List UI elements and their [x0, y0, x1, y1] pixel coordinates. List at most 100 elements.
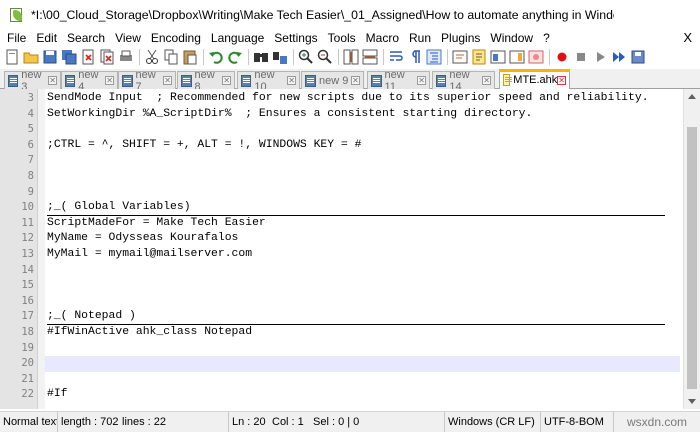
menu-help[interactable]: ? [538, 29, 555, 47]
save-all-icon[interactable] [61, 49, 77, 65]
line-text[interactable]: ;CTRL = ^, SHIFT = +, ALT = !, WINDOWS K… [47, 138, 361, 154]
paste-icon[interactable] [182, 49, 198, 65]
line-text[interactable]: ;_( Global Variables) [47, 200, 665, 216]
menu-file[interactable]: File [2, 29, 31, 47]
scroll-down-arrow-icon[interactable] [688, 399, 696, 404]
tab-new-10[interactable]: new 10 ✕ [237, 69, 300, 93]
play-macro-icon[interactable] [592, 49, 608, 65]
code-line[interactable]: 19 [0, 341, 700, 357]
code-line[interactable]: 11 ScriptMadeFor = Make Tech Easier [0, 216, 700, 232]
open-file-icon[interactable] [23, 49, 39, 65]
zoom-out-icon[interactable] [317, 49, 333, 65]
menu-view[interactable]: View [110, 29, 146, 47]
code-line[interactable]: 22 #If [0, 387, 700, 403]
menu-encoding[interactable]: Encoding [146, 29, 206, 47]
play-multiple-icon[interactable] [611, 49, 627, 65]
code-line[interactable]: 10 ;_( Global Variables) [0, 200, 700, 216]
sync-vertical-icon[interactable] [343, 49, 359, 65]
vertical-scrollbar[interactable] [683, 89, 700, 409]
tab-new-3[interactable]: new 3 ✕ [4, 69, 61, 93]
code-line[interactable]: 18 #IfWinActive ahk_class Notepad [0, 325, 700, 341]
close-all-icon[interactable] [99, 49, 115, 65]
tab-close-icon[interactable]: ✕ [48, 76, 57, 85]
tab-close-icon[interactable]: ✕ [482, 76, 491, 85]
tab-new-8[interactable]: new 8 ✕ [177, 69, 235, 93]
tab-new-14[interactable]: new 14 ✕ [432, 69, 495, 93]
sync-horizontal-icon[interactable] [362, 49, 378, 65]
save-icon[interactable] [42, 49, 58, 65]
scroll-up-arrow-icon[interactable] [688, 94, 696, 99]
code-line[interactable]: 9 [0, 185, 700, 201]
scrollbar-thumb[interactable] [687, 127, 697, 389]
status-eol[interactable]: Windows (CR LF) [445, 411, 541, 432]
menu-edit[interactable]: Edit [31, 29, 62, 47]
line-text[interactable]: SetWorkingDir %A_ScriptDir% ; Ensures a … [47, 107, 532, 123]
code-line[interactable]: 14 [0, 263, 700, 279]
tab-close-icon[interactable]: ✕ [163, 76, 172, 85]
zoom-in-icon[interactable] [298, 49, 314, 65]
find-icon[interactable] [253, 49, 269, 65]
tab-close-icon[interactable]: ✕ [351, 76, 360, 85]
status-encoding[interactable]: UTF-8-BOM [541, 411, 614, 432]
menu-tools[interactable]: Tools [323, 29, 361, 47]
tab-new-9[interactable]: new 9 ✕ [301, 71, 364, 89]
text-editor[interactable]: 3 SendMode Input ; Recommended for new sc… [0, 89, 700, 409]
tab-close-icon[interactable]: ✕ [287, 76, 296, 85]
new-file-icon[interactable] [4, 49, 20, 65]
save-macro-icon[interactable] [630, 49, 646, 65]
line-text[interactable]: ScriptMadeFor = Make Tech Easier [47, 216, 266, 232]
menu-settings[interactable]: Settings [269, 29, 322, 47]
line-text[interactable]: #IfWinActive ahk_class Notepad [47, 325, 252, 341]
monitor-icon[interactable] [528, 49, 544, 65]
menu-macro[interactable]: Macro [361, 29, 404, 47]
code-line[interactable]: 13 MyMail = mymail@mailserver.com [0, 247, 700, 263]
line-text[interactable]: SendMode Input ; Recommended for new scr… [47, 91, 649, 107]
code-line[interactable]: 17 ;_( Notepad ) [0, 309, 700, 325]
folder-workspace-icon[interactable] [490, 49, 506, 65]
menu-window[interactable]: Window [485, 29, 538, 47]
tab-new-4[interactable]: new 4 ✕ [61, 69, 118, 93]
word-wrap-icon[interactable] [388, 49, 404, 65]
code-line[interactable]: 12 MyName = Odysseas Kourafalos [0, 231, 700, 247]
tab-close-icon[interactable]: ✕ [222, 76, 231, 85]
code-line[interactable]: 7 [0, 153, 700, 169]
code-line[interactable]: 8 [0, 169, 700, 185]
language-icon[interactable] [452, 49, 468, 65]
show-all-characters-icon[interactable] [407, 49, 423, 65]
code-line[interactable]: 21 [0, 372, 700, 388]
cut-icon[interactable] [144, 49, 160, 65]
close-document-button[interactable]: X [683, 29, 692, 47]
indent-guide-icon[interactable] [426, 49, 442, 65]
close-icon[interactable] [80, 49, 96, 65]
replace-icon[interactable] [272, 49, 288, 65]
tab-close-icon[interactable]: ✕ [557, 75, 566, 85]
menu-plugins[interactable]: Plugins [436, 29, 485, 47]
code-line[interactable]: 5 [0, 122, 700, 138]
undo-icon[interactable] [208, 49, 224, 65]
stop-record-icon[interactable] [573, 49, 589, 65]
code-line[interactable]: 16 [0, 294, 700, 310]
line-text[interactable]: #If [47, 387, 68, 403]
tab-close-icon[interactable]: ✕ [105, 76, 114, 85]
code-line[interactable]: 3 SendMode Input ; Recommended for new sc… [0, 91, 700, 107]
code-line[interactable]: 6 ;CTRL = ^, SHIFT = +, ALT = !, WINDOWS … [0, 138, 700, 154]
menu-run[interactable]: Run [404, 29, 436, 47]
line-text[interactable]: MyName = Odysseas Kourafalos [47, 231, 238, 247]
line-text[interactable]: MyMail = mymail@mailserver.com [47, 247, 252, 263]
tab-mte-ahk[interactable]: MTE.ahk ✕ [499, 69, 570, 90]
tab-new-11[interactable]: new 11 ✕ [367, 69, 430, 93]
print-icon[interactable] [118, 49, 134, 65]
line-text[interactable]: ;_( Notepad ) [47, 309, 665, 325]
menu-language[interactable]: Language [206, 29, 269, 47]
tab-close-icon[interactable]: ✕ [417, 76, 426, 85]
document-map-icon[interactable] [509, 49, 525, 65]
code-line[interactable]: 15 [0, 278, 700, 294]
copy-icon[interactable] [163, 49, 179, 65]
function-list-icon[interactable] [471, 49, 487, 65]
menu-search[interactable]: Search [62, 29, 110, 47]
tab-new-7[interactable]: new 7 ✕ [118, 69, 176, 93]
code-line[interactable]: 4 SetWorkingDir %A_ScriptDir% ; Ensures a… [0, 107, 700, 123]
redo-icon[interactable] [227, 49, 243, 65]
current-line[interactable]: 20 [21, 356, 680, 372]
record-macro-icon[interactable] [554, 49, 570, 65]
